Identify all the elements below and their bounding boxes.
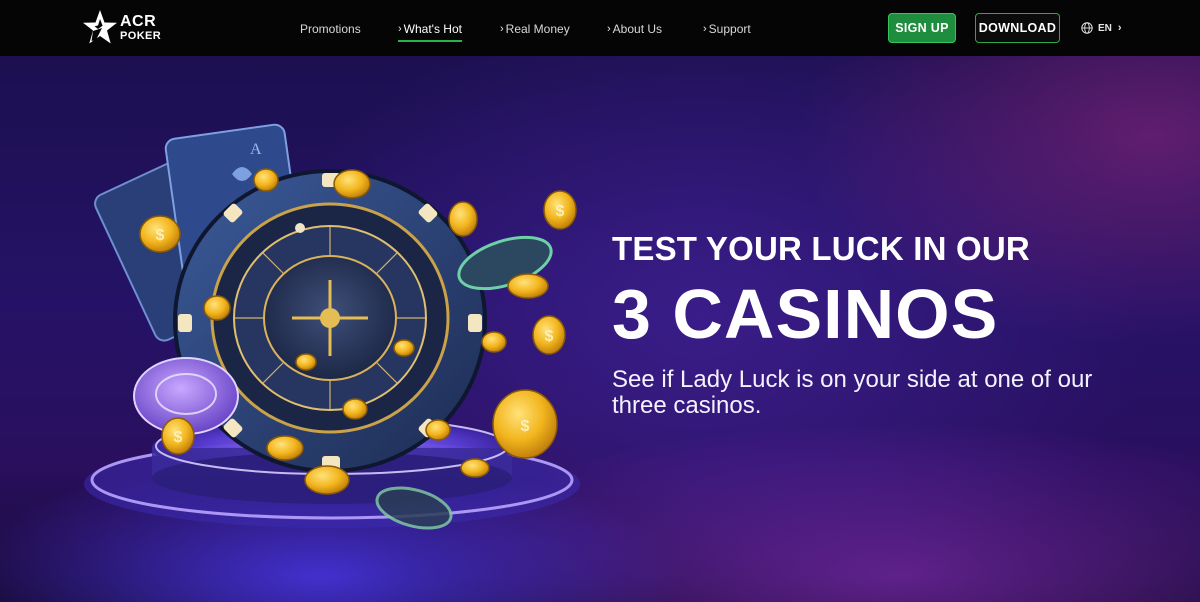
acr-poker-logo[interactable]: ACR POKER: [82, 8, 172, 48]
hero-subtitle: See if Lady Luck is on your side at one …: [612, 366, 1093, 419]
nav-whats-hot[interactable]: › What's Hot: [398, 20, 462, 42]
nav-real-money-label: Real Money: [505, 22, 570, 36]
nav-real-money[interactable]: › Real Money: [500, 20, 570, 38]
nav-promotions-label: Promotions: [300, 22, 361, 36]
svg-text:$: $: [545, 328, 554, 345]
hero-title-top: TEST YOUR LUCK IN OUR: [612, 230, 1030, 267]
nav-about-us[interactable]: › About Us: [607, 20, 662, 38]
language-selector[interactable]: EN ›: [1081, 19, 1122, 37]
nav-support-label: Support: [708, 22, 751, 36]
chevron-right-icon: ›: [398, 23, 402, 35]
svg-text:A: A: [250, 141, 262, 158]
nav-promotions[interactable]: Promotions: [300, 20, 361, 38]
chevron-right-icon: ›: [607, 23, 611, 35]
globe-icon: [1081, 22, 1093, 34]
svg-text:$: $: [521, 418, 530, 435]
chevron-right-icon: ›: [703, 23, 707, 35]
hero-banner[interactable]: A $ $ $ $ $ TEST YOUR LUCK IN OUR 3 CASI…: [0, 56, 1200, 602]
chevron-right-icon: ›: [1117, 22, 1122, 34]
hero-title-big: 3 CASINOS: [612, 275, 999, 353]
sign-up-button[interactable]: SIGN UP: [888, 13, 956, 43]
logo-text-top: ACR: [120, 13, 157, 30]
chevron-right-icon: ›: [500, 23, 504, 35]
active-nav-underline: [398, 40, 462, 42]
svg-text:$: $: [156, 227, 165, 244]
star-logo-icon: [83, 10, 117, 44]
nav-support[interactable]: › Support: [703, 20, 751, 38]
roulette-casino-illustration: A $ $ $ $ $: [84, 123, 580, 530]
svg-text:$: $: [174, 429, 183, 446]
top-nav-bar: ACR POKER Promotions › What's Hot › Real…: [0, 0, 1200, 56]
logo-text-bottom: POKER: [120, 30, 162, 42]
nav-about-us-label: About Us: [612, 22, 663, 36]
language-label: EN: [1098, 22, 1112, 34]
download-button[interactable]: DOWNLOAD: [975, 13, 1060, 43]
svg-text:$: $: [556, 203, 565, 220]
hero-text-block: TEST YOUR LUCK IN OUR 3 CASINOS See if L…: [612, 232, 1172, 419]
nav-whats-hot-label: What's Hot: [403, 22, 462, 36]
